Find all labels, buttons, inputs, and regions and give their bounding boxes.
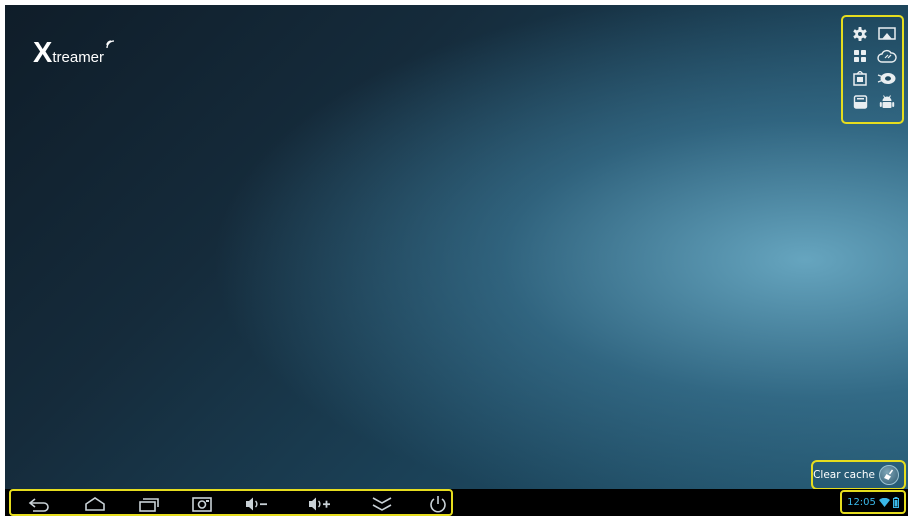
screenshot-icon: [192, 497, 212, 512]
xtreamer-logo: X treamer: [33, 39, 115, 68]
settings-icon[interactable]: [850, 25, 870, 43]
apps-grid-icon[interactable]: [850, 47, 870, 65]
logo-text: treamer: [52, 49, 105, 66]
media-icon[interactable]: [850, 69, 870, 87]
back-icon: [28, 498, 49, 512]
battery-icon: [892, 496, 899, 508]
android-icon[interactable]: [877, 93, 897, 111]
screen-mirror-icon[interactable]: [877, 25, 897, 43]
navbar-buttons-group: [9, 489, 453, 516]
back-button[interactable]: [25, 494, 53, 514]
collapse-button[interactable]: [368, 494, 396, 514]
remote-icon[interactable]: [877, 69, 897, 87]
recent-apps-icon: [139, 498, 159, 512]
volume-down-button[interactable]: [243, 494, 271, 514]
recent-apps-button[interactable]: [134, 494, 162, 514]
logo-x: X: [33, 37, 52, 69]
power-icon: [430, 496, 446, 513]
power-button[interactable]: [424, 494, 452, 514]
collapse-icon: [372, 497, 392, 511]
quick-launch-panel: [841, 15, 904, 124]
wireless-wave-icon: [106, 40, 115, 49]
clear-cache-label: Clear cache: [813, 469, 875, 481]
home-icon: [85, 497, 105, 511]
cloud-icon[interactable]: [877, 47, 897, 65]
wifi-icon: [878, 497, 890, 507]
desktop-screen: X treamer Clear cache 12:05: [5, 5, 908, 516]
clock: 12:05: [847, 496, 876, 508]
volume-up-button[interactable]: [306, 494, 334, 514]
home-button[interactable]: [81, 494, 109, 514]
broom-icon: [879, 465, 899, 485]
screenshot-button[interactable]: [188, 494, 216, 514]
file-manager-icon[interactable]: [850, 93, 870, 111]
clear-cache-button[interactable]: Clear cache: [811, 460, 906, 490]
system-navbar: 12:05: [5, 489, 908, 516]
status-area[interactable]: 12:05: [840, 490, 906, 514]
volume-down-icon: [246, 497, 267, 511]
volume-up-icon: [309, 497, 330, 511]
